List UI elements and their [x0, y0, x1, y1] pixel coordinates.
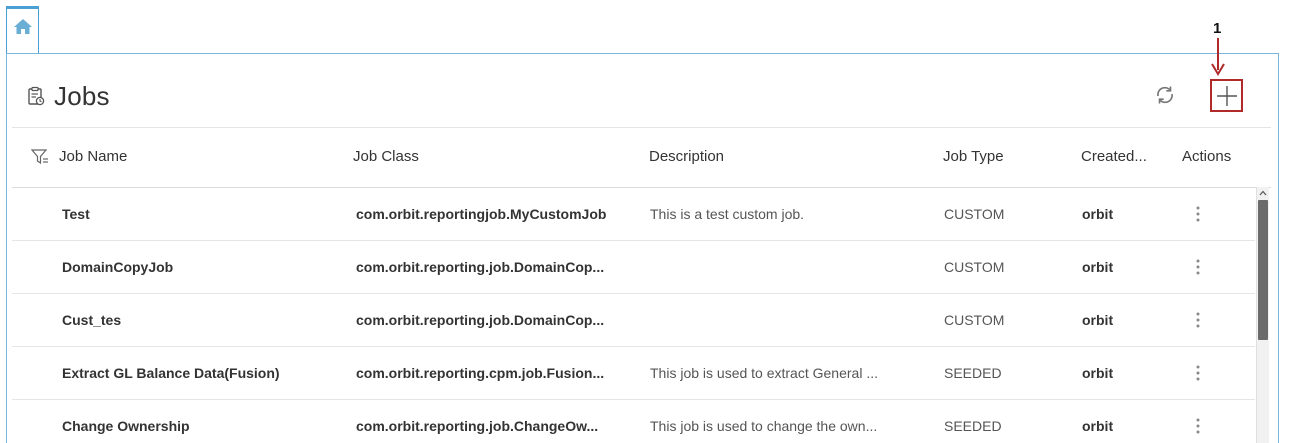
row-actions-button[interactable] [1188, 241, 1208, 293]
column-header-job-class[interactable]: Job Class [353, 148, 419, 165]
page-header: Jobs [26, 78, 110, 114]
job-type-cell: SEEDED [944, 418, 1002, 434]
column-header-created-by[interactable]: Created... [1081, 148, 1147, 165]
add-job-button[interactable] [1210, 79, 1243, 112]
job-type-cell: SEEDED [944, 365, 1002, 381]
table-row[interactable]: Cust_tes com.orbit.reporting.job.DomainC… [12, 294, 1255, 347]
row-actions-button[interactable] [1188, 188, 1208, 240]
job-type-cell: CUSTOM [944, 206, 1005, 222]
created-by-cell: orbit [1082, 259, 1114, 275]
description-cell: This is a test custom job. [650, 206, 805, 222]
description-cell: This job is used to extract General ... [650, 365, 878, 381]
refresh-button[interactable] [1153, 83, 1177, 107]
annotation-number: 1 [1213, 20, 1222, 37]
refresh-icon [1157, 86, 1173, 104]
created-by-cell: orbit [1082, 206, 1114, 222]
scroll-thumb[interactable] [1258, 200, 1268, 340]
kebab-menu-icon [1196, 259, 1200, 275]
clipboard-icon [28, 86, 45, 106]
created-by-cell: orbit [1082, 312, 1114, 328]
row-actions-button[interactable] [1188, 294, 1208, 346]
filter-icon[interactable] [31, 149, 49, 165]
description-cell: This job is used to change the own... [650, 418, 878, 434]
job-name-cell: Cust_tes [62, 312, 122, 328]
column-header-job-name[interactable]: Job Name [59, 148, 127, 165]
plus-icon [1216, 85, 1237, 106]
job-class-cell: com.orbit.reporting.job.DomainCop... [356, 259, 605, 275]
created-by-cell: orbit [1082, 418, 1114, 434]
job-class-cell: com.orbit.reportingjob.MyCustomJob [356, 206, 607, 222]
description-cell [650, 241, 930, 293]
scroll-up-button[interactable] [1257, 187, 1269, 199]
home-tab[interactable] [6, 6, 39, 54]
chevron-up-icon [1259, 190, 1267, 196]
row-actions-button[interactable] [1188, 347, 1208, 399]
created-by-cell: orbit [1082, 365, 1114, 381]
job-class-cell: com.orbit.reporting.cpm.job.Fusion... [356, 365, 605, 381]
kebab-menu-icon [1196, 312, 1200, 328]
table-row[interactable]: Change Ownership com.orbit.reporting.job… [12, 400, 1255, 443]
column-header-description[interactable]: Description [649, 148, 724, 165]
kebab-menu-icon [1196, 206, 1200, 222]
description-cell [650, 294, 930, 346]
home-icon [13, 19, 32, 34]
column-header-job-type[interactable]: Job Type [943, 148, 1004, 165]
table-row[interactable]: DomainCopyJob com.orbit.reporting.job.Do… [12, 241, 1255, 294]
job-name-cell: Change Ownership [62, 418, 190, 434]
job-type-cell: CUSTOM [944, 312, 1005, 328]
table-row[interactable]: Test com.orbit.reportingjob.MyCustomJob … [12, 188, 1255, 241]
kebab-menu-icon [1196, 418, 1200, 434]
job-name-cell: Extract GL Balance Data(Fusion) [62, 365, 280, 381]
annotation-arrow-icon [1211, 38, 1225, 76]
header-divider [12, 127, 1271, 128]
job-class-cell: com.orbit.reporting.job.DomainCop... [356, 312, 605, 328]
table-row[interactable]: Extract GL Balance Data(Fusion) com.orbi… [12, 347, 1255, 400]
row-actions-button[interactable] [1188, 400, 1208, 443]
job-name-cell: Test [62, 206, 90, 222]
job-type-cell: CUSTOM [944, 259, 1005, 275]
column-header-actions: Actions [1182, 148, 1232, 165]
page-title: Jobs [54, 80, 110, 111]
kebab-menu-icon [1196, 365, 1200, 381]
job-class-cell: com.orbit.reporting.job.ChangeOw... [356, 418, 599, 434]
table-scrollbar[interactable] [1256, 187, 1269, 443]
job-name-cell: DomainCopyJob [62, 259, 174, 275]
